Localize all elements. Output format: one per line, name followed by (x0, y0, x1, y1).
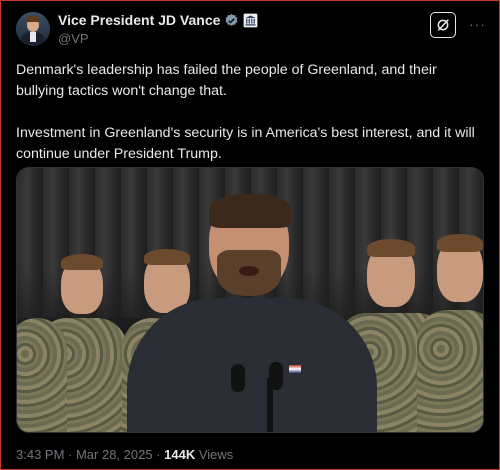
soldier-figure (17, 288, 67, 432)
views-label: Views (195, 447, 234, 462)
post-paragraph-1: Denmark's leadership has failed the peop… (16, 62, 437, 99)
author-name-row: Vice President JD Vance (58, 12, 258, 28)
microphone (231, 364, 245, 392)
microphone (269, 362, 283, 390)
soldier-figure (417, 228, 483, 432)
grok-icon (437, 19, 449, 31)
author-display-name[interactable]: Vice President JD Vance (58, 12, 220, 28)
post-paragraph-2: Investment in Greenland's security is in… (16, 125, 475, 162)
post-text: Denmark's leadership has failed the peop… (16, 60, 476, 165)
flag-pin (289, 365, 301, 373)
grok-button[interactable] (430, 12, 456, 38)
post-media-video[interactable] (16, 167, 484, 433)
more-options-icon[interactable]: ··· (469, 16, 486, 32)
author-handle[interactable]: @VP (58, 31, 89, 46)
post-timestamp[interactable]: 3:43 PM · Mar 28, 2025 · (16, 447, 164, 462)
post-metadata: 3:43 PM · Mar 28, 2025 · 144K Views (16, 447, 233, 462)
views-count: 144K (164, 447, 196, 462)
government-building-icon[interactable] (243, 13, 258, 28)
avatar[interactable] (16, 12, 50, 46)
post-header: Vice President JD Vance @VP ··· (16, 10, 488, 50)
verified-badge-icon[interactable] (224, 13, 239, 28)
